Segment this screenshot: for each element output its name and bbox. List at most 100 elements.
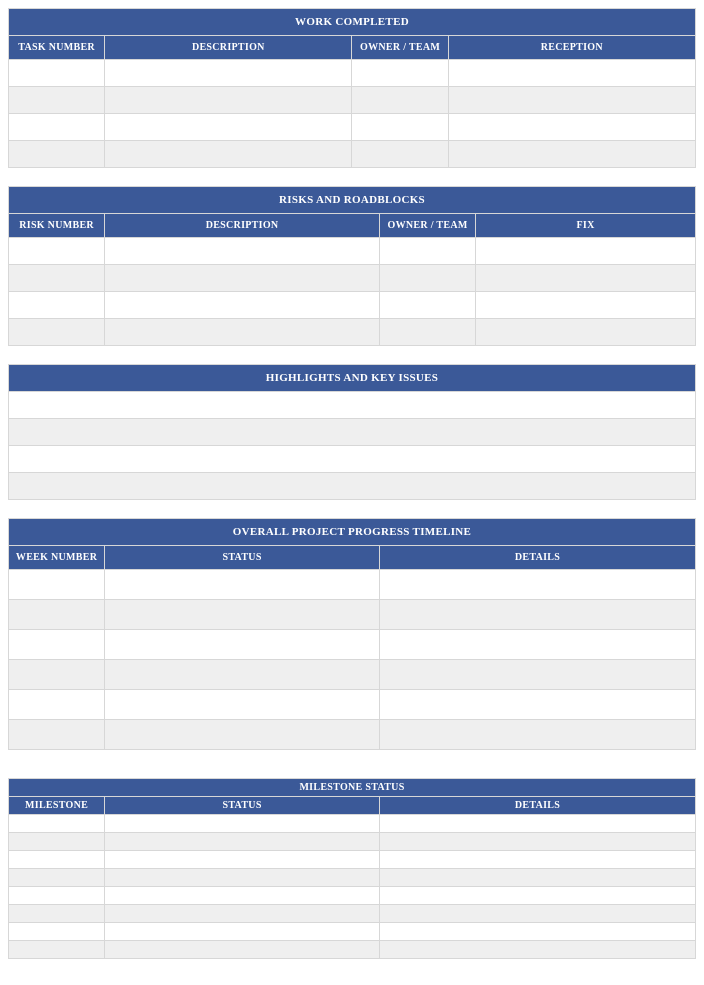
ms-cell[interactable] (105, 887, 380, 905)
ms-cell[interactable] (379, 833, 695, 851)
risk-cell[interactable] (105, 265, 380, 292)
tl-header-status: STATUS (105, 546, 380, 570)
tl-cell[interactable] (9, 570, 105, 600)
tl-cell[interactable] (105, 570, 380, 600)
tl-header-details: DETAILS (379, 546, 695, 570)
wc-cell[interactable] (352, 141, 448, 168)
table-row (9, 238, 696, 265)
wc-cell[interactable] (352, 60, 448, 87)
table-row (9, 141, 696, 168)
ms-cell[interactable] (9, 887, 105, 905)
wc-cell[interactable] (105, 141, 352, 168)
wc-header-task: TASK NUMBER (9, 36, 105, 60)
risk-cell[interactable] (476, 265, 696, 292)
risk-cell[interactable] (379, 292, 475, 319)
wc-cell[interactable] (105, 114, 352, 141)
wc-cell[interactable] (105, 60, 352, 87)
table-row (9, 570, 696, 600)
highlights-title: HIGHLIGHTS AND KEY ISSUES (9, 365, 696, 392)
tl-cell[interactable] (379, 720, 695, 750)
ms-cell[interactable] (105, 923, 380, 941)
tl-cell[interactable] (105, 660, 380, 690)
wc-cell[interactable] (352, 114, 448, 141)
risk-cell[interactable] (476, 238, 696, 265)
ms-cell[interactable] (105, 869, 380, 887)
wc-cell[interactable] (448, 141, 695, 168)
ms-cell[interactable] (9, 869, 105, 887)
tl-cell[interactable] (9, 720, 105, 750)
tl-cell[interactable] (379, 660, 695, 690)
ms-cell[interactable] (105, 815, 380, 833)
tl-cell[interactable] (379, 690, 695, 720)
tl-cell[interactable] (105, 630, 380, 660)
highlights-cell[interactable] (9, 473, 696, 500)
wc-cell[interactable] (9, 114, 105, 141)
ms-cell[interactable] (379, 815, 695, 833)
tl-cell[interactable] (9, 630, 105, 660)
tl-cell[interactable] (9, 600, 105, 630)
wc-cell[interactable] (9, 60, 105, 87)
table-row (9, 660, 696, 690)
ms-cell[interactable] (9, 833, 105, 851)
wc-cell[interactable] (448, 60, 695, 87)
wc-header-owner: OWNER / TEAM (352, 36, 448, 60)
tl-cell[interactable] (105, 720, 380, 750)
wc-cell[interactable] (9, 141, 105, 168)
tl-cell[interactable] (379, 570, 695, 600)
risk-header-desc: DESCRIPTION (105, 214, 380, 238)
ms-cell[interactable] (9, 905, 105, 923)
tl-cell[interactable] (105, 600, 380, 630)
tl-cell[interactable] (105, 690, 380, 720)
highlights-cell[interactable] (9, 419, 696, 446)
wc-cell[interactable] (448, 87, 695, 114)
ms-cell[interactable] (379, 923, 695, 941)
wc-cell[interactable] (352, 87, 448, 114)
ms-cell[interactable] (105, 941, 380, 959)
ms-cell[interactable] (9, 815, 105, 833)
table-row (9, 869, 696, 887)
table-row (9, 887, 696, 905)
risk-header-fix: FIX (476, 214, 696, 238)
ms-cell[interactable] (379, 941, 695, 959)
table-row (9, 941, 696, 959)
risk-header-num: RISK NUMBER (9, 214, 105, 238)
risk-cell[interactable] (379, 238, 475, 265)
ms-cell[interactable] (379, 851, 695, 869)
ms-cell[interactable] (105, 833, 380, 851)
tl-cell[interactable] (9, 660, 105, 690)
ms-cell[interactable] (9, 851, 105, 869)
ms-cell[interactable] (9, 941, 105, 959)
ms-header-status: STATUS (105, 797, 380, 815)
wc-cell[interactable] (448, 114, 695, 141)
ms-cell[interactable] (379, 905, 695, 923)
highlights-cell[interactable] (9, 446, 696, 473)
risk-cell[interactable] (105, 238, 380, 265)
risk-cell[interactable] (379, 319, 475, 346)
risk-cell[interactable] (9, 238, 105, 265)
ms-cell[interactable] (379, 869, 695, 887)
risk-cell[interactable] (476, 319, 696, 346)
wc-cell[interactable] (9, 87, 105, 114)
highlights-cell[interactable] (9, 392, 696, 419)
ms-cell[interactable] (379, 887, 695, 905)
risk-cell[interactable] (379, 265, 475, 292)
ms-cell[interactable] (105, 905, 380, 923)
risk-cell[interactable] (105, 319, 380, 346)
tl-cell[interactable] (9, 690, 105, 720)
timeline-title: OVERALL PROJECT PROGRESS TIMELINE (9, 519, 696, 546)
ms-cell[interactable] (9, 923, 105, 941)
wc-cell[interactable] (105, 87, 352, 114)
table-row (9, 319, 696, 346)
risk-cell[interactable] (9, 319, 105, 346)
table-row (9, 292, 696, 319)
risk-cell[interactable] (476, 292, 696, 319)
risks-table: RISKS AND ROADBLOCKS RISK NUMBER DESCRIP… (8, 186, 696, 346)
risk-cell[interactable] (9, 292, 105, 319)
risk-cell[interactable] (9, 265, 105, 292)
table-row (9, 419, 696, 446)
risk-cell[interactable] (105, 292, 380, 319)
ms-cell[interactable] (105, 851, 380, 869)
tl-cell[interactable] (379, 600, 695, 630)
tl-cell[interactable] (379, 630, 695, 660)
wc-header-reception: RECEPTION (448, 36, 695, 60)
